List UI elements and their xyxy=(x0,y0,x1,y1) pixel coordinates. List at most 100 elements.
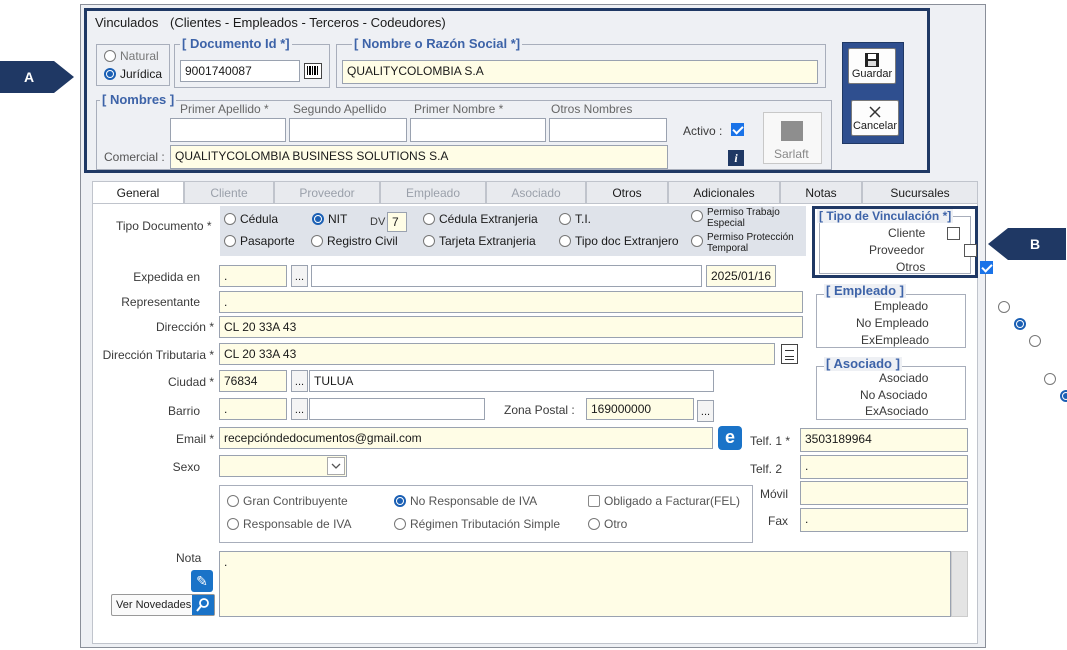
expedida-lookup-button[interactable]: ... xyxy=(291,265,308,287)
radio-juridica-circle[interactable] xyxy=(104,68,116,80)
check-obligado-facturar-box[interactable] xyxy=(588,495,600,507)
exasociado-label: ExAsociado xyxy=(865,404,929,418)
vinculacion-otros-checkbox[interactable] xyxy=(980,261,994,274)
ciudad-code-input[interactable]: 76834 xyxy=(219,370,287,392)
telf2-input[interactable]: . xyxy=(800,455,968,479)
barrio-code-input[interactable]: . xyxy=(219,398,287,420)
radio-natural-circle[interactable] xyxy=(104,50,116,62)
documento-input[interactable]: 9001740087 xyxy=(180,60,300,82)
no-empleado-radio[interactable] xyxy=(1013,318,1026,330)
cancelar-button[interactable]: Cancelar xyxy=(851,100,899,136)
ciudad-lookup-button[interactable]: ... xyxy=(291,370,308,392)
radio-pasaporte[interactable]: Pasaporte xyxy=(224,234,295,248)
radio-cedula[interactable]: Cédula xyxy=(224,212,278,226)
guardar-button[interactable]: Guardar xyxy=(848,48,896,84)
radio-registro-civil-circle[interactable] xyxy=(311,235,323,247)
nombre-label: [ Nombre o Razón Social *] xyxy=(352,36,523,51)
tab-otros[interactable]: Otros xyxy=(586,181,668,203)
barrio-lookup-button[interactable]: ... xyxy=(291,398,308,420)
radio-permiso-trabajo-circle[interactable] xyxy=(691,210,703,222)
primer-apellido-input[interactable] xyxy=(170,118,286,142)
dv-input[interactable]: 7 xyxy=(387,212,407,232)
zona-postal-input[interactable]: 169000000 xyxy=(586,398,694,420)
radio-cedula-extranjeria-circle[interactable] xyxy=(423,213,435,225)
radio-ti[interactable]: T.I. xyxy=(559,212,591,226)
radio-responsable-iva-circle[interactable] xyxy=(227,518,239,530)
tab-empleado[interactable]: Empleado xyxy=(380,181,486,203)
radio-tipo-doc-extranjero-circle[interactable] xyxy=(559,235,571,247)
vinculacion-proveedor-checkbox[interactable] xyxy=(963,244,977,257)
zona-lookup-button[interactable]: ... xyxy=(697,400,714,422)
tab-cliente[interactable]: Cliente xyxy=(184,181,274,203)
vinculacion-proveedor-label: Proveedor xyxy=(869,243,925,257)
radio-cedula-extranjeria[interactable]: Cédula Extranjeria xyxy=(423,212,538,226)
tab-notas[interactable]: Notas xyxy=(780,181,862,203)
chevron-down-icon[interactable] xyxy=(327,457,345,475)
radio-gran-contribuyente[interactable]: Gran Contribuyente xyxy=(227,494,348,508)
ciudad-name-input[interactable]: TULUA xyxy=(309,370,714,392)
tab-sucursales[interactable]: Sucursales xyxy=(862,181,978,203)
nota-textarea[interactable]: . xyxy=(219,551,951,617)
radio-responsable-iva[interactable]: Responsable de IVA xyxy=(227,517,352,531)
check-obligado-facturar[interactable]: Obligado a Facturar(FEL) xyxy=(588,494,740,508)
document-icon[interactable] xyxy=(781,344,798,364)
radio-tarjeta-extranjeria[interactable]: Tarjeta Extranjeria xyxy=(423,234,536,248)
fax-input[interactable]: . xyxy=(800,508,968,532)
radio-gran-contribuyente-circle[interactable] xyxy=(227,495,239,507)
activo-checkbox[interactable] xyxy=(731,123,744,136)
asociado-opt-radio[interactable] xyxy=(1044,373,1057,385)
tab-proveedor[interactable]: Proveedor xyxy=(274,181,380,203)
primer-nombre-input[interactable] xyxy=(410,118,546,142)
radio-regimen-simple-circle[interactable] xyxy=(394,518,406,530)
barrio-name-input[interactable] xyxy=(309,398,485,420)
tab-general[interactable]: General xyxy=(92,181,184,204)
radio-tipo-doc-extranjero[interactable]: Tipo doc Extranjero xyxy=(559,234,679,248)
tab-adicionales[interactable]: Adicionales xyxy=(668,181,780,203)
email-icon[interactable]: e xyxy=(718,426,742,450)
empleado-opt-label: Empleado xyxy=(874,299,929,313)
radio-nit[interactable]: NIT xyxy=(312,212,347,226)
sarlaft-button[interactable]: Sarlaft xyxy=(763,112,822,164)
no-asociado-radio[interactable] xyxy=(1059,390,1067,402)
expedida-code-input[interactable]: . xyxy=(219,265,287,287)
nombre-input[interactable]: QUALITYCOLOMBIA S.A xyxy=(342,60,818,84)
email-input[interactable]: recepcióndedocumentos@gmail.com xyxy=(219,427,713,449)
radio-otro-circle[interactable] xyxy=(588,518,600,530)
vinculacion-cliente-checkbox[interactable] xyxy=(947,227,961,240)
expedida-name-input[interactable] xyxy=(311,265,702,287)
radio-no-responsable-iva-circle[interactable] xyxy=(394,495,406,507)
radio-ti-circle[interactable] xyxy=(559,213,571,225)
radio-registro-civil-label: Registro Civil xyxy=(327,234,398,248)
attach-icon[interactable]: ✎ xyxy=(191,570,213,592)
radio-otro[interactable]: Otro xyxy=(588,517,627,531)
radio-natural[interactable]: Natural xyxy=(104,49,159,63)
empleado-opt-radio[interactable] xyxy=(998,301,1011,313)
exempleado-radio[interactable] xyxy=(1029,335,1042,347)
ver-novedades-button[interactable]: Ver Novedades xyxy=(111,594,215,616)
comercial-input[interactable]: QUALITYCOLOMBIA BUSINESS SOLUTIONS S.A xyxy=(170,145,668,169)
info-icon[interactable]: i xyxy=(728,150,744,166)
radio-permiso-trabajo[interactable]: Permiso Trabajo Especial xyxy=(691,207,797,229)
representante-input[interactable]: . xyxy=(219,291,803,313)
otros-nombres-input[interactable] xyxy=(549,118,667,142)
radio-tarjeta-extranjeria-circle[interactable] xyxy=(423,235,435,247)
barcode-icon[interactable] xyxy=(304,63,322,79)
radio-nit-circle[interactable] xyxy=(312,213,324,225)
radio-pasaporte-circle[interactable] xyxy=(224,235,236,247)
expedida-date-input[interactable]: 2025/01/16 xyxy=(706,265,776,287)
direccion-input[interactable]: CL 20 33A 43 xyxy=(219,316,803,338)
telf2-label: Telf. 2 xyxy=(750,462,783,476)
radio-registro-civil[interactable]: Registro Civil xyxy=(311,234,398,248)
dir-trib-input[interactable]: CL 20 33A 43 xyxy=(219,343,775,365)
radio-no-responsable-iva[interactable]: No Responsable de IVA xyxy=(394,494,537,508)
movil-input[interactable] xyxy=(800,481,968,505)
segundo-apellido-input[interactable] xyxy=(289,118,407,142)
telf1-input[interactable]: 3503189964 xyxy=(800,428,968,452)
radio-juridica[interactable]: Jurídica xyxy=(104,67,162,81)
nota-scrollbar[interactable] xyxy=(951,551,968,617)
radio-permiso-proteccion-circle[interactable] xyxy=(691,235,703,247)
radio-regimen-simple[interactable]: Régimen Tributación Simple xyxy=(394,517,560,531)
tab-asociado[interactable]: Asociado xyxy=(486,181,586,203)
radio-cedula-circle[interactable] xyxy=(224,213,236,225)
radio-permiso-proteccion[interactable]: Permiso Protección Temporal xyxy=(691,232,805,254)
